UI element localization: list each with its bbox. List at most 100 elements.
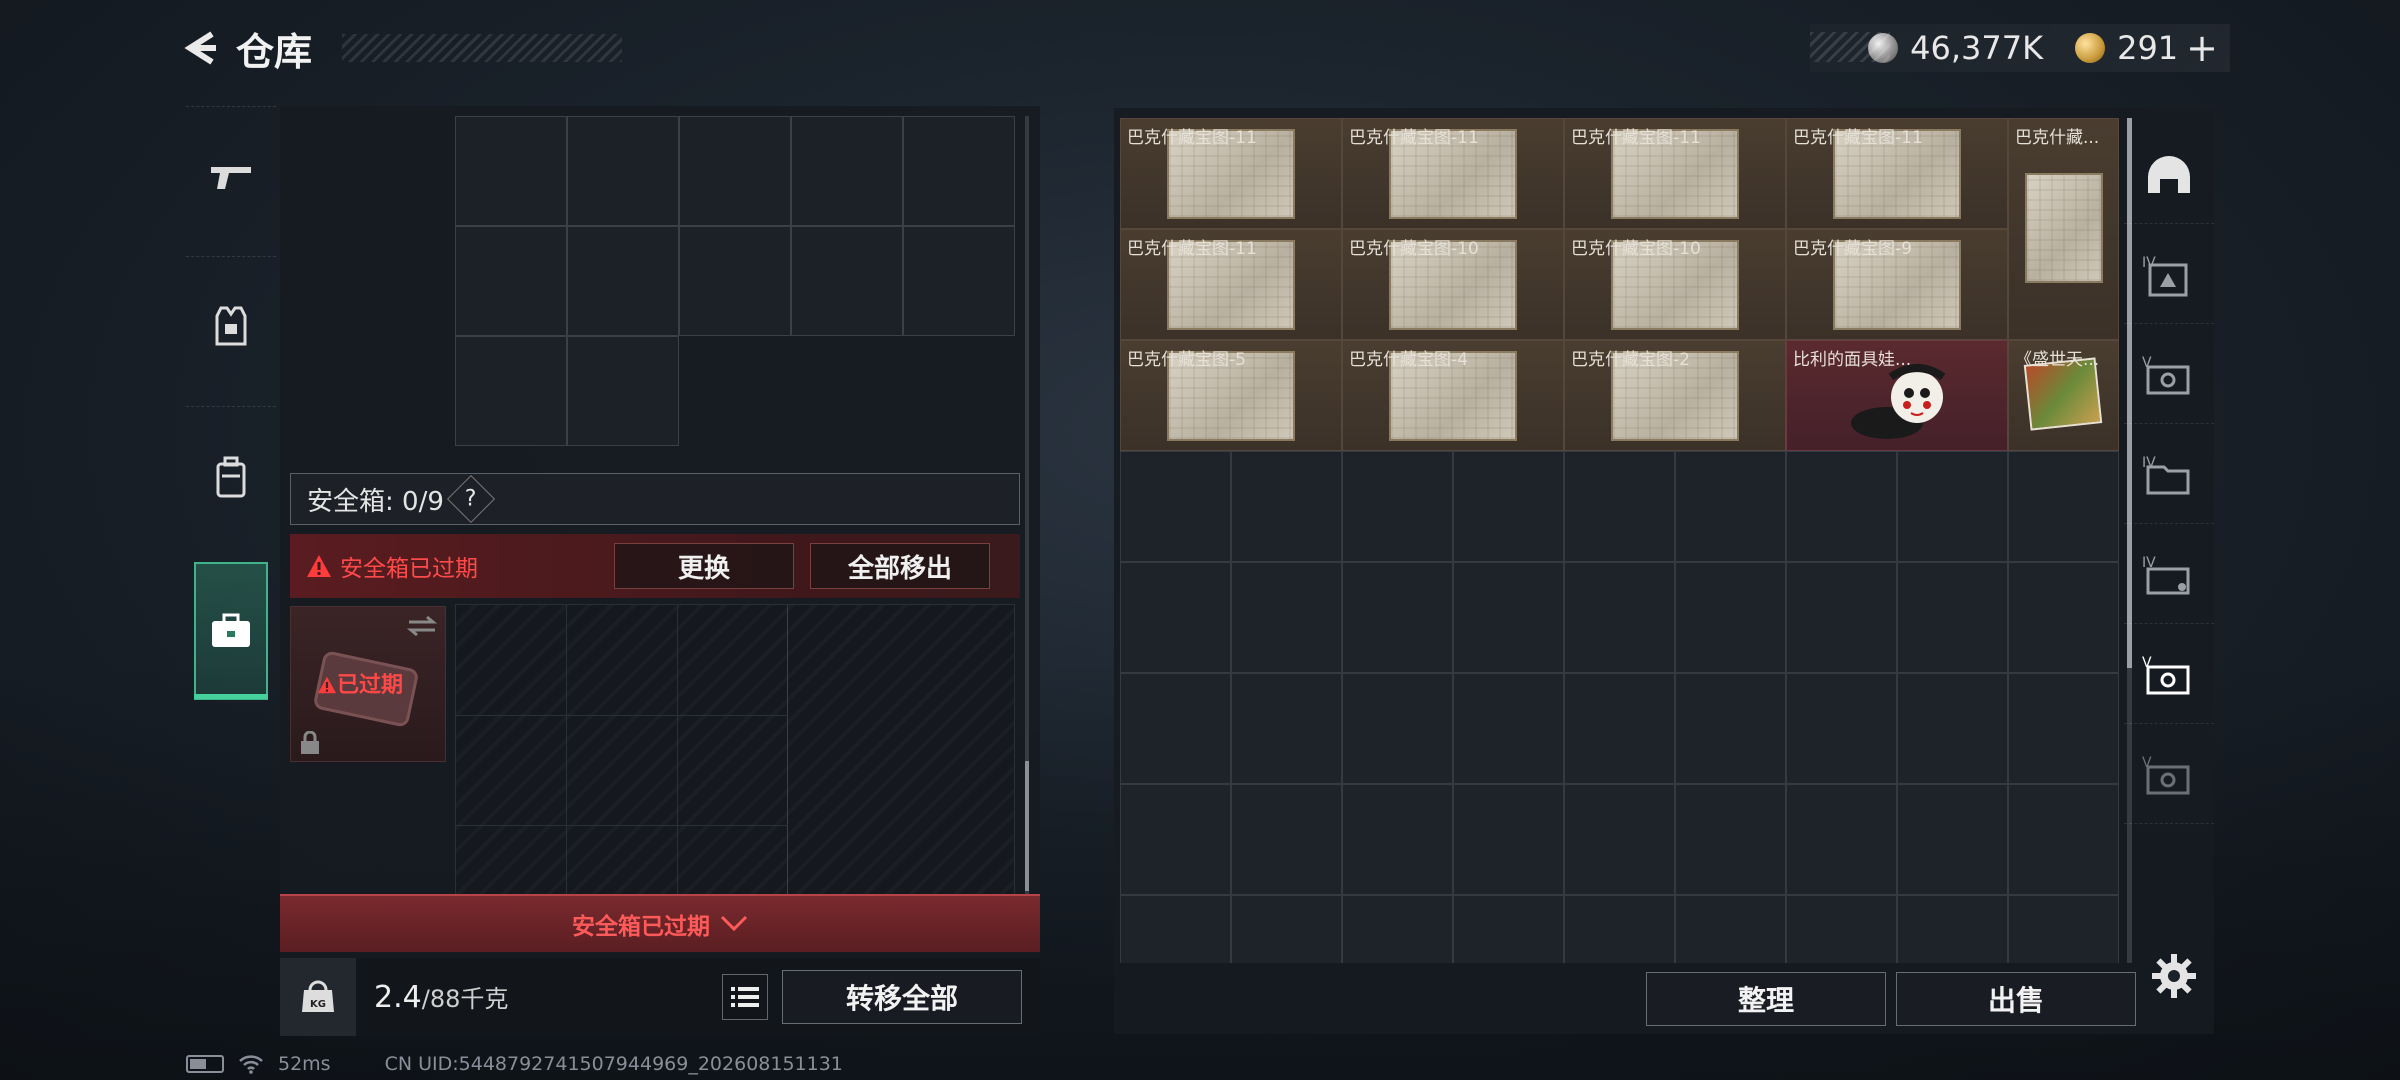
stash-item[interactable]: 巴克什藏宝图-11 xyxy=(1564,118,1786,229)
stash-grid-cell[interactable] xyxy=(1786,451,1897,562)
help-icon[interactable]: ? xyxy=(446,474,495,524)
stash-grid-cell[interactable] xyxy=(1342,451,1453,562)
backpack-grid-cell[interactable] xyxy=(903,226,1015,336)
tab-safebox[interactable] xyxy=(194,562,268,700)
stash-grid-cell[interactable] xyxy=(1564,895,1675,963)
stash-grid-cell[interactable] xyxy=(1342,784,1453,895)
rail-tab-folder-iv[interactable]: IV xyxy=(2124,428,2214,524)
stash-grid-cell[interactable] xyxy=(2008,784,2119,895)
stash-grid-cell[interactable] xyxy=(1786,784,1897,895)
stash-item[interactable]: 巴克什藏宝图-4 xyxy=(1342,340,1564,451)
stash-grid-cell[interactable] xyxy=(1120,784,1231,895)
stash-grid-cell[interactable] xyxy=(1120,895,1231,963)
stash-grid-cell[interactable] xyxy=(1675,451,1786,562)
stash-item[interactable]: 巴克什藏宝图-11 xyxy=(1786,118,2008,229)
stash-grid-cell[interactable] xyxy=(1675,895,1786,963)
stash-grid-cell[interactable] xyxy=(2008,673,2119,784)
stash-grid-cell[interactable] xyxy=(1564,451,1675,562)
rail-tab-helmet[interactable] xyxy=(2124,128,2214,224)
stash-grid-cell[interactable] xyxy=(1231,673,1342,784)
stash-grid-cell[interactable] xyxy=(2008,451,2119,562)
stash-grid-cell[interactable] xyxy=(1342,562,1453,673)
stash-grid-cell[interactable] xyxy=(1453,784,1564,895)
stash-item[interactable]: 巴克什藏宝图-5 xyxy=(1120,340,1342,451)
safebox-case-slot[interactable]: 已过期 xyxy=(290,606,446,762)
rail-tab-wallet-iv[interactable]: IV xyxy=(2124,528,2214,624)
stash-grid-cell[interactable] xyxy=(2008,562,2119,673)
stash-grid-cell[interactable] xyxy=(1453,451,1564,562)
backpack-grid-cell[interactable] xyxy=(567,226,679,336)
backpack-grid-cell[interactable] xyxy=(455,226,567,336)
stash-grid-cell[interactable] xyxy=(2008,895,2119,963)
list-view-button[interactable] xyxy=(722,974,768,1020)
stash-grid-cell[interactable] xyxy=(1897,451,2008,562)
stash-grid-cell[interactable] xyxy=(1231,895,1342,963)
rail-tab-armor-iv[interactable]: IV xyxy=(2124,228,2214,324)
stash-grid-cell[interactable] xyxy=(1453,895,1564,963)
rail-tab-case-v-selected[interactable]: V xyxy=(2124,628,2214,724)
stash-panel: 巴克什藏宝图-11 巴克什藏宝图-11 巴克什藏宝图-11 巴克什藏宝图-11 巴克什藏… xyxy=(1114,108,2214,1034)
stash-item[interactable]: 比利的面具娃... xyxy=(1786,340,2008,451)
rail-tab-case-v[interactable]: V xyxy=(2124,328,2214,424)
remove-all-button[interactable]: 全部移出 xyxy=(810,543,990,589)
backpack-grid-cell[interactable] xyxy=(679,226,791,336)
backpack-grid-cell[interactable] xyxy=(903,116,1015,226)
stash-grid-cell[interactable] xyxy=(1564,784,1675,895)
backpack-grid-cell[interactable] xyxy=(791,116,903,226)
back-arrow-icon[interactable] xyxy=(180,26,224,70)
stash-grid-cell[interactable] xyxy=(1897,895,2008,963)
tab-backpack[interactable] xyxy=(186,406,276,546)
sort-button[interactable]: 整理 xyxy=(1646,972,1886,1026)
stash-item[interactable]: 巴克什藏... xyxy=(2008,118,2119,340)
stash-grid-cell[interactable] xyxy=(1897,562,2008,673)
stash-grid-cell[interactable] xyxy=(1564,562,1675,673)
rail-tab-case-v-dim[interactable]: V xyxy=(2124,728,2214,824)
backpack-grid-cell[interactable] xyxy=(455,116,567,226)
stash-grid-cell[interactable] xyxy=(1786,895,1897,963)
stash-item[interactable]: 巴克什藏宝图-9 xyxy=(1786,229,2008,340)
ping-readout: 52ms xyxy=(278,1053,331,1075)
stash-item[interactable]: 《盛世天... xyxy=(2008,340,2119,451)
stash-grid-cell[interactable] xyxy=(1453,673,1564,784)
case-v-selected-icon: V xyxy=(2142,655,2190,694)
stash-item[interactable]: 巴克什藏宝图-11 xyxy=(1342,118,1564,229)
stash-grid-cell[interactable] xyxy=(1231,451,1342,562)
stash-grid-cell[interactable] xyxy=(1564,673,1675,784)
left-scrollbar[interactable] xyxy=(1025,116,1029,896)
stash-grid-cell[interactable] xyxy=(1120,451,1231,562)
stash-item[interactable]: 巴克什藏宝图-11 xyxy=(1120,118,1342,229)
stash-grid-cell[interactable] xyxy=(1231,562,1342,673)
backpack-grid-cell[interactable] xyxy=(791,226,903,336)
stash-grid-cell[interactable] xyxy=(1342,673,1453,784)
stash-grid-cell[interactable] xyxy=(1675,673,1786,784)
safebox-expired-footer[interactable]: 安全箱已过期 xyxy=(280,894,1040,952)
backpack-grid-cell[interactable] xyxy=(679,116,791,226)
stash-grid-cell[interactable] xyxy=(1120,562,1231,673)
stash-grid-cell[interactable] xyxy=(1786,673,1897,784)
gear-icon[interactable] xyxy=(2150,952,2198,1000)
replace-button[interactable]: 更换 xyxy=(614,543,794,589)
tab-weapons[interactable] xyxy=(186,106,276,246)
backpack-grid-cell[interactable] xyxy=(567,116,679,226)
stash-grid-cell[interactable] xyxy=(1453,562,1564,673)
stash-item[interactable]: 巴克什藏宝图-2 xyxy=(1564,340,1786,451)
stash-grid-cell[interactable] xyxy=(1231,784,1342,895)
stash-item[interactable]: 巴克什藏宝图-10 xyxy=(1342,229,1564,340)
stash-grid-cell[interactable] xyxy=(1786,562,1897,673)
stash-grid-cell[interactable] xyxy=(1342,895,1453,963)
stash-grid-cell[interactable] xyxy=(1675,784,1786,895)
stash-grid-cell[interactable] xyxy=(1120,673,1231,784)
stash-item[interactable]: 巴克什藏宝图-11 xyxy=(1120,229,1342,340)
stash-grid-cell[interactable] xyxy=(1897,784,2008,895)
header: 仓库 xyxy=(180,22,623,74)
backpack-grid-cell[interactable] xyxy=(455,336,567,446)
backpack-grid-cell[interactable] xyxy=(567,336,679,446)
stash-grid-cell[interactable] xyxy=(1897,673,2008,784)
tab-vest[interactable] xyxy=(186,256,276,396)
stash-grid-cell[interactable] xyxy=(1675,562,1786,673)
stash-item[interactable]: 巴克什藏宝图-10 xyxy=(1564,229,1786,340)
add-currency-button[interactable]: + xyxy=(2186,26,2218,70)
safebox-expired-bar: 安全箱已过期 更换 全部移出 xyxy=(290,534,1020,598)
sell-button[interactable]: 出售 xyxy=(1896,972,2136,1026)
transfer-all-button[interactable]: 转移全部 xyxy=(782,970,1022,1024)
